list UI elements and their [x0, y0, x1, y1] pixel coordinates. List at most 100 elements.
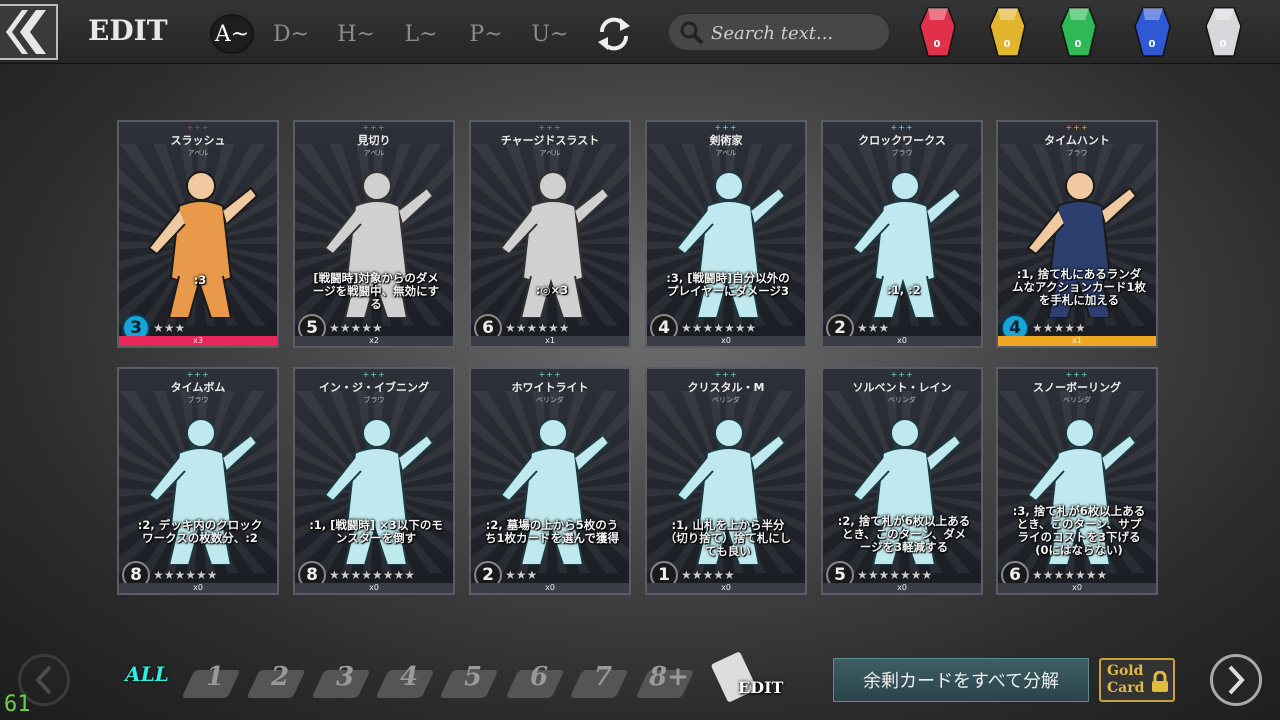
card-plus-marks: +++: [362, 370, 386, 379]
card-count: x0: [295, 583, 453, 593]
card-item[interactable]: +++ スラッシュ アベル :3 3 ★★★ x3: [117, 120, 279, 348]
card-name: ソルベント・レイン: [852, 381, 952, 394]
gem-count: 0: [933, 39, 941, 50]
card-effect: :◎×3: [535, 283, 569, 297]
cost-filter-label: 6: [529, 662, 549, 692]
card-effect: :2, 墓場の上から5枚のうち1枚カードを選んで獲得: [485, 518, 619, 545]
refresh-button[interactable]: [594, 14, 634, 54]
card-plus-marks: +++: [890, 123, 914, 132]
cost-filter-7[interactable]: 7: [569, 662, 632, 704]
card-effect: :2, デッキ内のクロックワークスの枚数分、:2: [137, 518, 263, 545]
edit-deck-filter[interactable]: EDIT: [710, 651, 792, 704]
tab-filter-a[interactable]: A~: [210, 14, 254, 54]
cost-filter-label: 5: [463, 662, 483, 692]
next-page-button[interactable]: [1210, 654, 1262, 706]
page-title: EDIT: [88, 14, 168, 47]
card-owner: ベリンダ: [536, 396, 564, 404]
card-effect: :3, [戦闘時]自分以外のプレイヤーにダメージ3: [666, 271, 790, 298]
tab-filter-p[interactable]: P~: [464, 14, 508, 54]
card-stars: ★★★★★★★: [1032, 568, 1108, 582]
tab-filter-d[interactable]: D~: [269, 14, 313, 54]
gem-count: 0: [1074, 39, 1082, 50]
cost-filter-8plus[interactable]: 8+: [635, 662, 698, 704]
gold-card-label: Gold Card: [1107, 663, 1145, 696]
cost-filter-5[interactable]: 5: [439, 662, 502, 704]
top-bar: EDIT A~ D~ H~ L~ P~ U~ 0 0 0: [0, 0, 1280, 64]
card-item[interactable]: +++ イン・ジ・イブニング ブラウ :1, [戦闘時] ×3以下のモンスターを…: [293, 367, 455, 595]
yellow-gem-icon: 0: [988, 6, 1026, 60]
card-plus-marks: +++: [538, 370, 562, 379]
fps-counter: 61: [4, 692, 31, 717]
card-name: ホワイトライト: [511, 381, 589, 394]
card-count: x0: [119, 583, 277, 593]
cost-filter-label: 1: [205, 662, 225, 692]
cost-filter-all[interactable]: ALL: [118, 662, 176, 704]
card-stars: ★★★★★★: [505, 321, 570, 335]
card-item[interactable]: +++ タイムハント ブラウ :1, 捨て札にあるランダムなアクションカード1枚…: [996, 120, 1158, 348]
card-owner: アベル: [187, 149, 209, 157]
card-owner: アベル: [363, 149, 385, 157]
gold-card-button[interactable]: Gold Card: [1099, 658, 1175, 702]
card-item[interactable]: +++ 見切り アベル [戦闘時]対象からのダメージを戦闘中、無効にする 5 ★…: [293, 120, 455, 348]
gem-shape: [919, 7, 956, 57]
edit-filter-label: EDIT: [738, 678, 784, 697]
tab-filter-u[interactable]: U~: [528, 14, 572, 54]
tab-filter-h[interactable]: H~: [334, 14, 378, 54]
card-item[interactable]: +++ ソルベント・レイン ベリンダ :2, 捨て札が6枚以上あるとき、このター…: [821, 367, 983, 595]
card-item[interactable]: +++ チャージドスラスト アベル :◎×3 6 ★★★★★★ x1: [469, 120, 631, 348]
card-effect: :1, [戦闘時] ×3以下のモンスターを倒す: [309, 518, 443, 545]
card-count: x3: [119, 336, 277, 346]
back-button[interactable]: [0, 4, 58, 60]
cost-filter-6[interactable]: 6: [505, 662, 568, 704]
refresh-icon: [598, 17, 630, 51]
card-name: クロックワークス: [858, 134, 946, 147]
card-count: x0: [998, 583, 1156, 593]
cost-filter-2[interactable]: 2: [246, 662, 309, 704]
chevron-left-icon: [35, 665, 52, 695]
card-stars: ★★★★★: [329, 321, 383, 335]
card-count: x0: [823, 336, 981, 346]
card-stars: ★★★★★★★: [857, 568, 933, 582]
cost-filter-3[interactable]: 3: [311, 662, 374, 704]
cost-filter-label: 7: [593, 662, 613, 692]
gem-shape: [1060, 7, 1097, 57]
card-stars: ★★★★★: [681, 568, 735, 582]
tab-filter-l[interactable]: L~: [399, 14, 443, 54]
card-item[interactable]: +++ 剣術家 アベル :3, [戦闘時]自分以外のプレイヤーにダメージ3 4 …: [645, 120, 807, 348]
white-gem-icon: 0: [1204, 6, 1242, 60]
red-gem-icon: 0: [918, 6, 956, 60]
card-owner: ベリンダ: [1063, 396, 1091, 404]
card-plus-marks: +++: [538, 123, 562, 132]
card-plus-marks: +++: [714, 123, 738, 132]
card-effect: [戦闘時]対象からのダメージを戦闘中、無効にする: [312, 271, 440, 311]
gem-shape: [1134, 7, 1171, 57]
card-effect: :1, 山札を上から半分（切り捨て）捨て札にしても良い: [664, 518, 792, 558]
card-stars: ★★★★★★★: [681, 321, 757, 335]
card-owner: ブラウ: [363, 396, 385, 404]
search-input[interactable]: [711, 18, 881, 48]
gem-shape: [1205, 7, 1242, 57]
card-plus-marks: +++: [186, 370, 210, 379]
card-item[interactable]: +++ タイムボム ブラウ :2, デッキ内のクロックワークスの枚数分、:2 8…: [117, 367, 279, 595]
cost-filter-4[interactable]: 4: [375, 662, 438, 704]
card-name: 剣術家: [709, 134, 743, 147]
lock-icon: [1152, 671, 1168, 692]
chevron-right-icon: [1228, 665, 1245, 695]
card-item[interactable]: +++ ホワイトライト ベリンダ :2, 墓場の上から5枚のうち1枚カードを選ん…: [469, 367, 631, 595]
chevron-left-icon: [6, 10, 46, 54]
gem-count: 0: [1219, 39, 1227, 50]
gem-count: 0: [1003, 39, 1011, 50]
card-item[interactable]: +++ スノーボーリング ベリンダ :3, 捨て札が6枚以上あるとき、このターン…: [996, 367, 1158, 595]
card-owner: ブラウ: [891, 149, 913, 157]
card-owner: ブラウ: [1066, 149, 1088, 157]
card-item[interactable]: +++ クリスタル・M ベリンダ :1, 山札を上から半分（切り捨て）捨て札にし…: [645, 367, 807, 595]
card-plus-marks: +++: [1065, 370, 1089, 379]
cost-filter-label: 3: [335, 662, 355, 692]
card-stars: ★★★: [153, 321, 186, 335]
cost-filter-1[interactable]: 1: [181, 662, 244, 704]
dismantle-surplus-button[interactable]: 余剰カードをすべて分解: [833, 658, 1089, 702]
card-stars: ★★★: [857, 321, 890, 335]
card-effect: :1, 捨て札にあるランダムなアクションカード1枚を手札に加える: [1012, 267, 1146, 307]
card-item[interactable]: +++ クロックワークス ブラウ :1, :2 2 ★★★ x0: [821, 120, 983, 348]
card-count: x0: [823, 583, 981, 593]
